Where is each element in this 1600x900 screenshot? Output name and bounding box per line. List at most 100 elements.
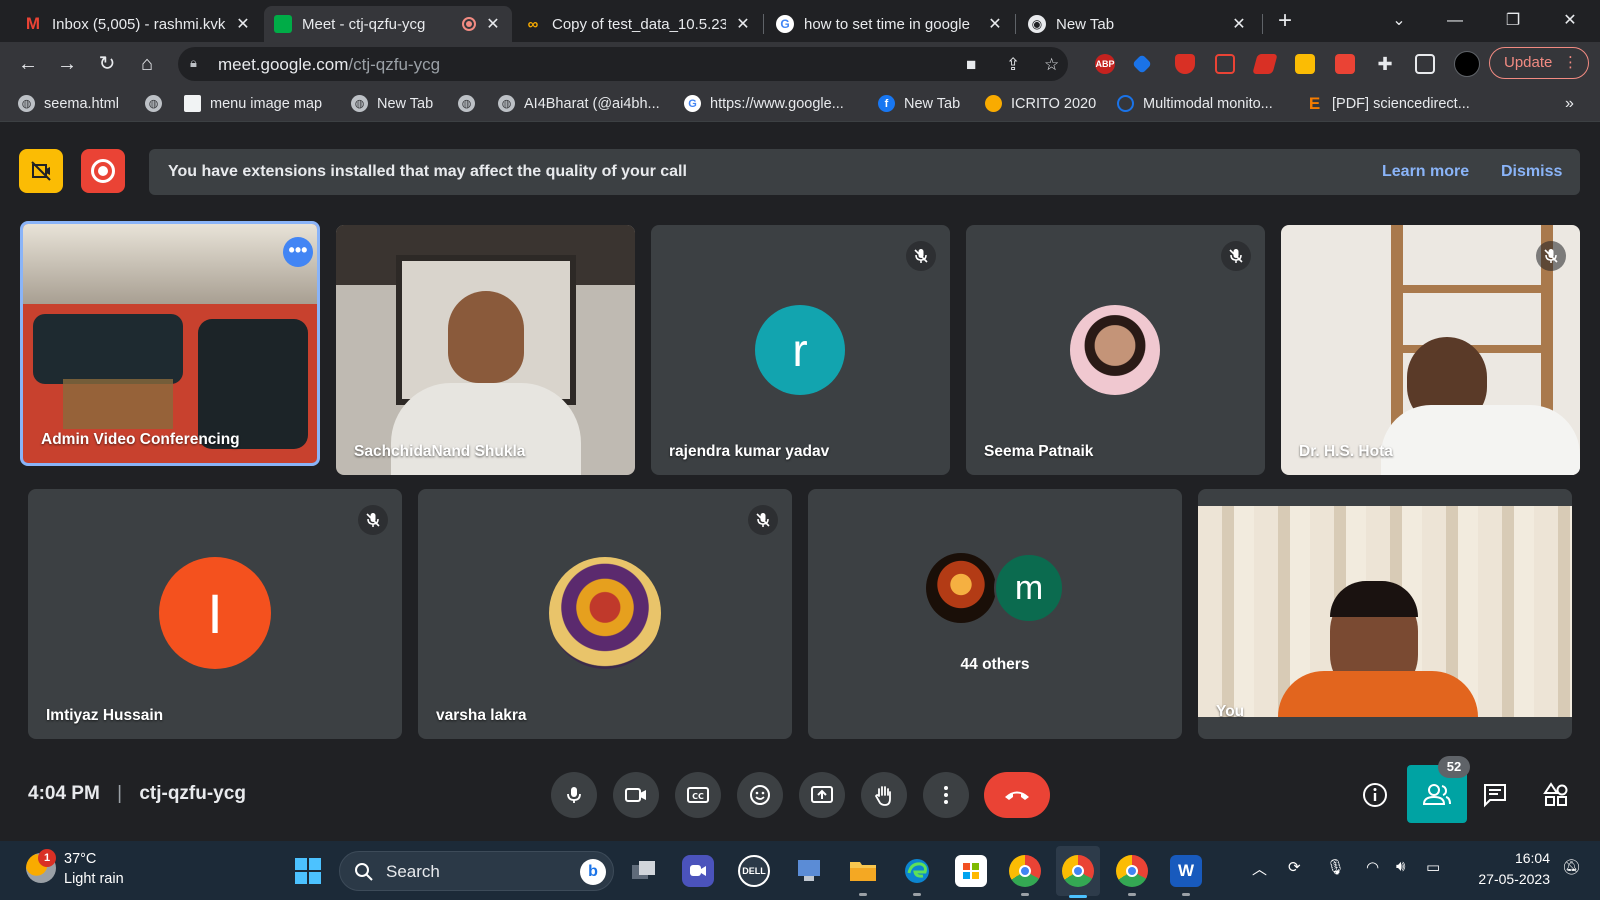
participant-tile[interactable]: I Imtiyaz Hussain [28,489,402,739]
close-tab-icon[interactable]: ✕ [484,14,502,34]
camera-permission-icon[interactable]: ■ [966,55,976,75]
extension-blue-icon[interactable] [1132,54,1152,74]
chrome-profile-jk-icon[interactable] [1009,855,1041,887]
wifi-icon[interactable]: ◠ [1366,858,1379,876]
participant-tile[interactable]: varsha lakra [418,489,792,739]
tab-new-tab[interactable]: ◉ New Tab ✕ [1018,6,1258,42]
bookmark-item[interactable]: Ghttps://www.google... [684,95,844,112]
forward-icon[interactable]: → [53,50,81,78]
reload-icon[interactable]: ↻ [93,50,121,78]
profile-avatar[interactable] [1454,51,1480,77]
more-options-button[interactable] [923,772,969,818]
bookmark-item[interactable]: ◍ AI4Bharat (@ai4bh... [498,95,660,112]
avatar: r [755,305,845,395]
close-tab-icon[interactable]: ✕ [1230,14,1248,34]
leave-call-button[interactable] [984,772,1050,818]
weather-condition[interactable]: Light rain [64,871,124,887]
recording-icon[interactable] [81,149,125,193]
participant-tile[interactable]: r rajendra kumar yadav [651,225,950,475]
close-tab-icon[interactable]: ✕ [734,14,752,34]
tab-google-search[interactable]: G how to set time in google ✕ [766,6,1014,42]
bookmark-item[interactable]: ◍ [458,95,484,112]
screen-capture-icon[interactable] [1215,54,1235,74]
participant-tile[interactable]: Seema Patnaik [966,225,1265,475]
tab-meet[interactable]: Meet - ctj-qzfu-ycg ✕ [264,6,512,42]
new-tab-plus-icon[interactable]: + [1268,6,1302,36]
edge-icon[interactable] [901,855,933,887]
meeting-info-button[interactable] [1352,772,1398,818]
bookmark-item[interactable]: ◍ seema.html [18,95,119,112]
tab-gmail-inbox[interactable]: M Inbox (5,005) - rashmi.kvk ✕ [14,6,262,42]
chrome-profile-d-icon[interactable] [1116,855,1148,887]
shield-extension-icon[interactable] [1175,54,1195,74]
battery-icon[interactable]: ▭ [1426,858,1440,876]
dismiss-button[interactable]: Dismiss [1501,163,1562,181]
others-tile[interactable]: m 44 others [808,489,1182,739]
bookmark-item[interactable]: ◍ [145,95,171,112]
bookmark-item[interactable]: Multimodal monito... [1117,95,1273,112]
self-tile[interactable]: You [1198,489,1572,739]
raise-hand-button[interactable] [861,772,907,818]
extension-red-icon[interactable] [1252,54,1278,74]
tab-colab[interactable]: ∞ Copy of test_data_10.5.23 ✕ [514,6,762,42]
participant-tile[interactable]: Dr. H.S. Hota [1281,225,1580,475]
learn-more-link[interactable]: Learn more [1382,163,1469,181]
camera-icon [625,788,646,802]
more-menu-icon[interactable]: ⋮ [1563,48,1578,78]
close-tab-icon[interactable]: ✕ [234,14,252,34]
temperature[interactable]: 37°C [64,851,96,867]
bookmark-item[interactable]: menu image map [184,95,322,112]
activities-button[interactable] [1533,772,1579,818]
taskbar-search-box[interactable]: Search b [339,851,614,891]
url-text[interactable]: meet.google.com/ctj-qzfu-ycg [218,55,440,75]
windows-start-icon[interactable] [292,855,324,887]
no-camera-feed-icon[interactable] [19,149,63,193]
clock-time[interactable]: 16:04 [1460,850,1550,866]
chat-button[interactable] [1472,772,1518,818]
restore-icon[interactable]: ❐ [1490,6,1536,36]
bing-chat-icon[interactable]: b [580,859,606,885]
close-tab-icon[interactable]: ✕ [986,14,1004,34]
home-icon[interactable]: ⌂ [133,50,161,78]
microsoft-store-icon[interactable] [955,855,987,887]
puzzle-extensions-icon[interactable]: ✚ [1375,54,1395,74]
bookmark-item[interactable]: ◍ New Tab [351,95,433,112]
notifications-icon[interactable]: 🔕︎ [1562,858,1581,876]
extension-yellow-icon[interactable] [1295,54,1315,74]
captions-button[interactable]: CC [675,772,721,818]
sync-icon[interactable]: ⟳ [1288,858,1301,876]
minimize-icon[interactable]: — [1432,6,1478,36]
dell-icon[interactable]: DELL [738,855,770,887]
show-hidden-icons-chevron[interactable]: ︿ [1252,858,1267,879]
tab-search-chevron-icon[interactable]: ⌄ [1376,6,1422,36]
side-panel-icon[interactable] [1415,54,1435,74]
participant-tile[interactable]: SachchidaNand Shukla [336,225,635,475]
clock-date[interactable]: 27-05-2023 [1460,871,1550,887]
mendeley-icon[interactable] [1335,54,1355,74]
close-window-icon[interactable]: ✕ [1547,6,1593,36]
task-view-icon[interactable] [628,855,660,887]
bookmark-item[interactable]: f New Tab [878,95,960,112]
chrome-active-icon[interactable] [1062,855,1094,887]
more-options-icon[interactable]: ••• [283,237,313,267]
camera-button[interactable] [613,772,659,818]
word-icon[interactable]: W [1170,855,1202,887]
bookmark-star-icon[interactable]: ☆ [1044,55,1059,75]
adblock-plus-icon[interactable]: ABP [1095,54,1115,74]
file-explorer-icon[interactable] [847,855,879,887]
teams-chat-icon[interactable] [682,855,714,887]
update-button[interactable]: Update ⋮ [1489,47,1589,79]
microphone-in-use-icon[interactable]: 🎙︎ [1326,858,1345,876]
bookmarks-overflow-icon[interactable]: » [1565,95,1574,113]
reactions-button[interactable] [737,772,783,818]
app-icon[interactable] [793,855,825,887]
share-icon[interactable]: ⇪ [1006,55,1020,75]
microphone-button[interactable] [551,772,597,818]
bookmark-item[interactable]: ICRITO 2020 [985,95,1096,112]
present-screen-button[interactable] [799,772,845,818]
bookmark-item[interactable]: E [PDF] sciencedirect... [1306,94,1470,113]
volume-icon[interactable]: 🔊︎ [1396,858,1405,875]
participant-tile[interactable]: ••• Admin Video Conferencing [20,221,320,466]
back-icon[interactable]: ← [14,50,42,78]
address-bar[interactable]: 🔒︎ meet.google.com/ctj-qzfu-ycg ■ ⇪ ☆ [178,47,1068,81]
